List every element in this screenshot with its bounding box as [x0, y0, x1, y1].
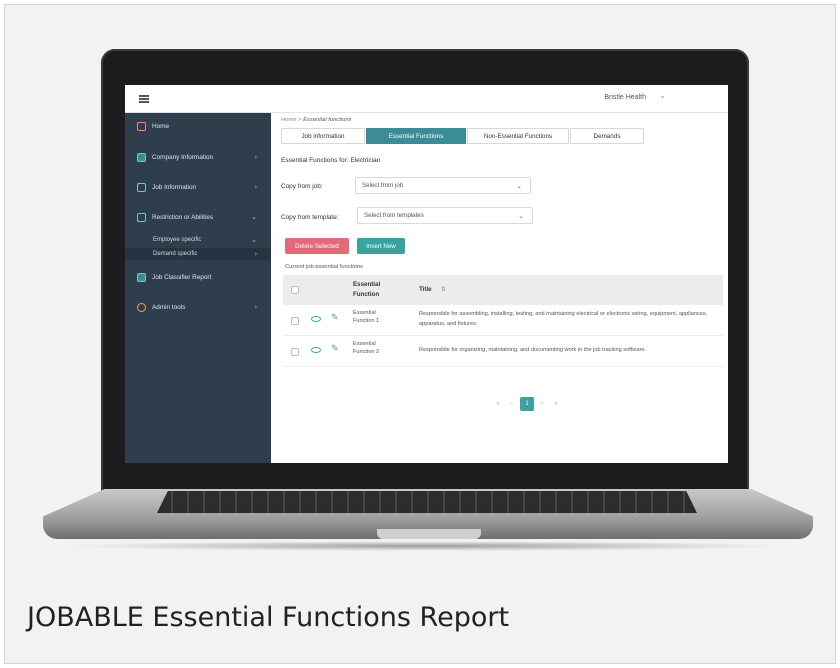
function-description: Responsible for organizing, maintaining,… [419, 347, 646, 353]
breadcrumb-home-link[interactable]: Home [281, 117, 296, 123]
image-frame: Bristle Health ⌄ Home Company Informatio… [4, 4, 836, 664]
breadcrumb: Home > Essential functions [281, 117, 351, 123]
sidebar-item-label: Restriction or Abilities [152, 213, 214, 221]
image-caption: JOBABLE Essential Functions Report [27, 602, 510, 633]
sidebar-item-job-information[interactable]: Job Information › [125, 180, 271, 194]
sidebar-subitem-employee-specific[interactable]: Employee specific ⌄ [125, 234, 271, 246]
building-icon [137, 152, 146, 162]
laptop-keyboard [157, 491, 697, 513]
sidebar-subitem-label: Demand specific [153, 251, 198, 257]
sidebar-item-label: Job Classifier Report [152, 273, 212, 281]
next-page-button[interactable]: › [536, 397, 548, 411]
briefcase-icon [137, 182, 146, 192]
laptop-screen: Bristle Health ⌄ Home Company Informatio… [125, 85, 728, 463]
tab-non-essential-functions[interactable]: Non-Essential Functions [467, 128, 569, 144]
copy-from-job-value: Select from job [362, 182, 404, 189]
chevron-right-icon: › [254, 153, 257, 161]
copy-from-job-label: Copy from job: [281, 183, 323, 190]
list-caption: Current job essential functions [285, 264, 363, 270]
chevron-down-icon: ⌄ [251, 214, 257, 221]
eye-icon[interactable] [311, 347, 321, 353]
report-icon [137, 272, 146, 282]
last-page-button[interactable]: » [550, 397, 562, 411]
sidebar-item-label: Admin tools [152, 303, 186, 311]
function-name: Essential Function 1 [353, 310, 380, 325]
main-content: Home > Essential functions Job informati… [271, 113, 728, 463]
copy-from-template-label: Copy from template: [281, 214, 339, 221]
sidebar-subitem-label: Employee specific [153, 237, 202, 243]
tab-bar: Job information Essential Functions Non-… [281, 128, 645, 144]
sidebar-item-label: Home [152, 122, 170, 130]
pencil-icon[interactable]: ✎ [331, 343, 339, 354]
copy-from-template-select[interactable]: Select from templates ⌄ [357, 207, 533, 224]
delete-selected-button[interactable]: Delete Selected [285, 238, 349, 254]
account-name[interactable]: Bristle Health [604, 94, 646, 101]
column-header-title[interactable]: Title [419, 286, 432, 293]
hamburger-menu-icon[interactable] [139, 94, 149, 103]
section-title: Essential Functions for: Electrician [281, 157, 381, 164]
function-description: Responsible for assembling, installing, … [419, 311, 708, 327]
sidebar-item-label: Job Information [152, 183, 197, 191]
column-header-function: Essential Function [353, 281, 381, 298]
laptop-shadow [65, 541, 785, 551]
chevron-right-icon: › [254, 303, 257, 311]
copy-from-template-value: Select from templates [364, 212, 424, 219]
eye-icon[interactable] [311, 316, 321, 322]
sidebar-item-company-information[interactable]: Company Information › [125, 150, 271, 164]
sidebar-item-home[interactable]: Home [125, 119, 271, 133]
row-checkbox[interactable] [291, 317, 299, 325]
gear-icon [137, 302, 146, 312]
sidebar: Home Company Information › Job Informati… [125, 113, 271, 463]
tab-essential-functions[interactable]: Essential Functions [366, 128, 466, 144]
sidebar-item-admin-tools[interactable]: Admin tools › [125, 300, 271, 314]
tab-job-information[interactable]: Job information [281, 128, 365, 144]
copy-from-job-select[interactable]: Select from job ⌄ [355, 177, 531, 194]
chevron-right-icon: › [254, 183, 257, 191]
pencil-icon[interactable]: ✎ [331, 312, 339, 323]
table-header: Essential Function Title ⇅ [283, 275, 723, 305]
function-name: Essential Function 2 [353, 341, 380, 356]
sort-icon[interactable]: ⇅ [441, 286, 446, 293]
table-row: ✎ Essential Function 1 Responsible for a… [283, 306, 723, 336]
restriction-icon [137, 212, 146, 222]
sidebar-subitem-demand-specific[interactable]: Demand specific › [125, 248, 271, 260]
insert-new-button[interactable]: Insert New [357, 238, 405, 254]
previous-page-button[interactable]: ‹ [506, 397, 518, 411]
pagination: « ‹ 1 › » [491, 397, 563, 411]
chevron-right-icon: › [254, 250, 257, 258]
sidebar-item-label: Company Information [152, 153, 214, 161]
select-all-checkbox[interactable] [291, 286, 299, 294]
top-bar: Bristle Health ⌄ [125, 85, 728, 113]
table-row: ✎ Essential Function 2 Responsible for o… [283, 337, 723, 367]
home-icon [137, 121, 146, 131]
current-page-button[interactable]: 1 [520, 397, 534, 411]
laptop-notch [377, 529, 481, 539]
first-page-button[interactable]: « [492, 397, 504, 411]
breadcrumb-current: Essential functions [303, 117, 352, 123]
chevron-down-icon: ⌄ [518, 212, 524, 220]
tab-demands[interactable]: Demands [570, 128, 644, 144]
sidebar-item-restriction-or-abilities[interactable]: Restriction or Abilities ⌄ [125, 210, 271, 224]
sidebar-item-job-classifier-report[interactable]: Job Classifier Report [125, 270, 271, 284]
row-checkbox[interactable] [291, 348, 299, 356]
chevron-down-icon[interactable]: ⌄ [659, 91, 666, 100]
chevron-down-icon: ⌄ [516, 182, 522, 190]
breadcrumb-separator: > [298, 117, 302, 123]
chevron-down-icon: ⌄ [251, 237, 257, 244]
